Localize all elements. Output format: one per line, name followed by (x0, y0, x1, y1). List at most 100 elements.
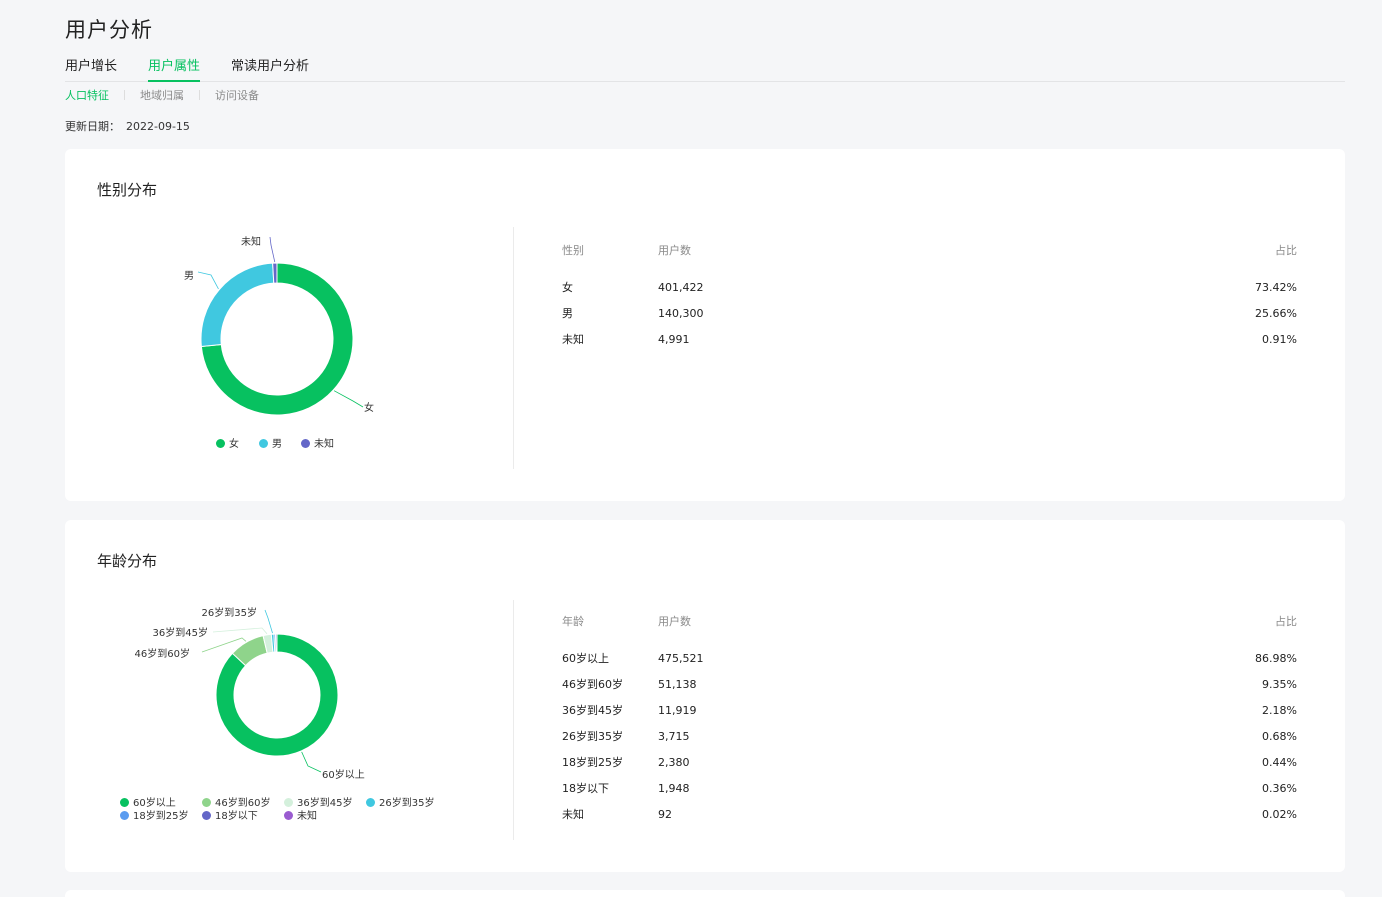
table-row: 36岁到45岁 11,919 2.18% (562, 703, 1297, 719)
table-cell: 140,300 (658, 307, 704, 320)
slice-label: 男 (184, 270, 194, 282)
age-divider (513, 600, 514, 840)
legend-label: 男 (272, 439, 282, 450)
table-cell: 4,991 (658, 333, 690, 346)
legend-label: 18岁到25岁 (133, 811, 189, 822)
table-header: 性别 用户数 占比 (562, 243, 1297, 259)
tab-user-growth[interactable]: 用户增长 (65, 58, 117, 82)
slice-label: 女 (364, 401, 374, 414)
legend-dot-icon (284, 798, 293, 807)
table-cell: 3,715 (658, 730, 690, 743)
legend-dot-icon (202, 811, 211, 820)
table-cell: 51,138 (658, 678, 697, 691)
leader-line (333, 390, 364, 408)
table-row: 未知 92 0.02% (562, 807, 1297, 823)
slice-label: 60岁以上 (322, 768, 365, 781)
update-date-label: 更新日期： (65, 120, 120, 133)
table-cell: 401,422 (658, 281, 704, 294)
table-cell: 25.66% (1255, 307, 1297, 320)
legend-dot-icon (301, 439, 310, 448)
table-cell: 男 (562, 307, 573, 320)
table-cell: 18岁到25岁 (562, 756, 623, 769)
legend-item[interactable]: 未知 (301, 439, 334, 451)
sub-tabs: 人口特征 地域归属 访问设备 (65, 88, 259, 104)
table-cell: 36岁到45岁 (562, 704, 623, 717)
table-cell: 女 (562, 281, 573, 294)
table-cell: 0.36% (1262, 782, 1297, 795)
subtab-demographics[interactable]: 人口特征 (65, 88, 109, 104)
legend-dot-icon (366, 798, 375, 807)
legend-label: 未知 (314, 439, 334, 450)
age-card: 年龄分布 60岁以上 46岁到60岁 36岁到45岁 26岁到35岁 60岁以上 46岁… (65, 520, 1345, 872)
tab-user-attributes[interactable]: 用户属性 (148, 58, 201, 82)
legend-label: 未知 (297, 811, 317, 822)
table-cell: 86.98% (1255, 652, 1297, 665)
legend-item[interactable]: 18岁以下 (202, 811, 258, 823)
leader-line (264, 609, 273, 634)
legend-item[interactable]: 男 (259, 439, 282, 451)
donut-slice-2[interactable] (272, 262, 278, 284)
legend-item[interactable]: 18岁到25岁 (120, 811, 188, 823)
table-row: 18岁到25岁 2,380 0.44% (562, 755, 1297, 771)
table-row: 18岁以下 1,948 0.36% (562, 781, 1297, 797)
legend-dot-icon (120, 811, 129, 820)
table-cell: 0.91% (1262, 333, 1297, 346)
main-tabs: 用户增长 用户属性 常读用户分析 (65, 58, 1345, 82)
sub-tab-separator (199, 90, 200, 100)
update-date-row: 更新日期： 2022-09-15 (65, 118, 190, 134)
table-row: 女 401,422 73.42% (562, 280, 1297, 296)
table-cell: 未知 (562, 808, 584, 821)
page-title: 用户分析 (65, 18, 153, 42)
table-cell: 2.18% (1262, 704, 1297, 717)
slice-label: 46岁到60岁 (135, 647, 190, 660)
table-row: 未知 4,991 0.91% (562, 332, 1297, 348)
legend-item[interactable]: 未知 (284, 811, 317, 823)
table-cell: 46岁到60岁 (562, 678, 623, 691)
legend-dot-icon (216, 439, 225, 448)
gender-divider (513, 227, 514, 469)
gender-card: 性别分布 女男未知 女男未知 性别 用户数 占比女 401,422 73.42% 男 140… (65, 149, 1345, 501)
slice-label: 未知 (241, 235, 261, 248)
legend-dot-icon (202, 798, 211, 807)
header-cell: 用户数 (658, 244, 691, 257)
table-cell: 9.35% (1262, 678, 1297, 691)
legend-item[interactable]: 26岁到35岁 (366, 798, 434, 810)
legend-label: 18岁以下 (215, 811, 258, 822)
donut-slice-1[interactable] (200, 262, 275, 348)
legend-item[interactable]: 46岁到60岁 (202, 798, 270, 810)
legend-dot-icon (120, 798, 129, 807)
legend-label: 36岁到45岁 (297, 798, 353, 809)
table-cell: 92 (658, 808, 672, 821)
gender-donut-chart: 女 男 未知 (184, 235, 374, 416)
legend-item[interactable]: 60岁以上 (120, 798, 176, 810)
leader-line (197, 271, 219, 290)
next-card (65, 890, 1345, 897)
table-row: 60岁以上 475,521 86.98% (562, 651, 1297, 667)
header-cell: 性别 (562, 244, 584, 257)
table-cell: 11,919 (658, 704, 697, 717)
legend-label: 46岁到60岁 (215, 798, 271, 809)
table-cell: 0.68% (1262, 730, 1297, 743)
legend-item[interactable]: 36岁到45岁 (284, 798, 352, 810)
tab-frequent-readers[interactable]: 常读用户分析 (231, 58, 309, 82)
legend-label: 60岁以上 (133, 798, 176, 809)
leader-line (301, 751, 322, 773)
subtab-region[interactable]: 地域归属 (140, 88, 184, 104)
table-row: 46岁到60岁 51,138 9.35% (562, 677, 1297, 693)
table-cell: 73.42% (1255, 281, 1297, 294)
table-cell: 2,380 (658, 756, 690, 769)
legend-dot-icon (284, 811, 293, 820)
legend-label: 女 (229, 439, 239, 450)
table-cell: 60岁以上 (562, 652, 609, 665)
table-row: 26岁到35岁 3,715 0.68% (562, 729, 1297, 745)
header-cell: 用户数 (658, 615, 691, 628)
table-cell: 26岁到35岁 (562, 730, 623, 743)
table-cell: 0.02% (1262, 808, 1297, 821)
header-cell: 年龄 (562, 615, 584, 628)
slice-label: 26岁到35岁 (202, 606, 257, 619)
legend-item[interactable]: 女 (216, 439, 239, 451)
update-date-value: 2022-09-15 (126, 120, 190, 133)
legend-dot-icon (259, 439, 268, 448)
header-cell: 占比 (1275, 244, 1297, 257)
subtab-device[interactable]: 访问设备 (215, 88, 259, 104)
